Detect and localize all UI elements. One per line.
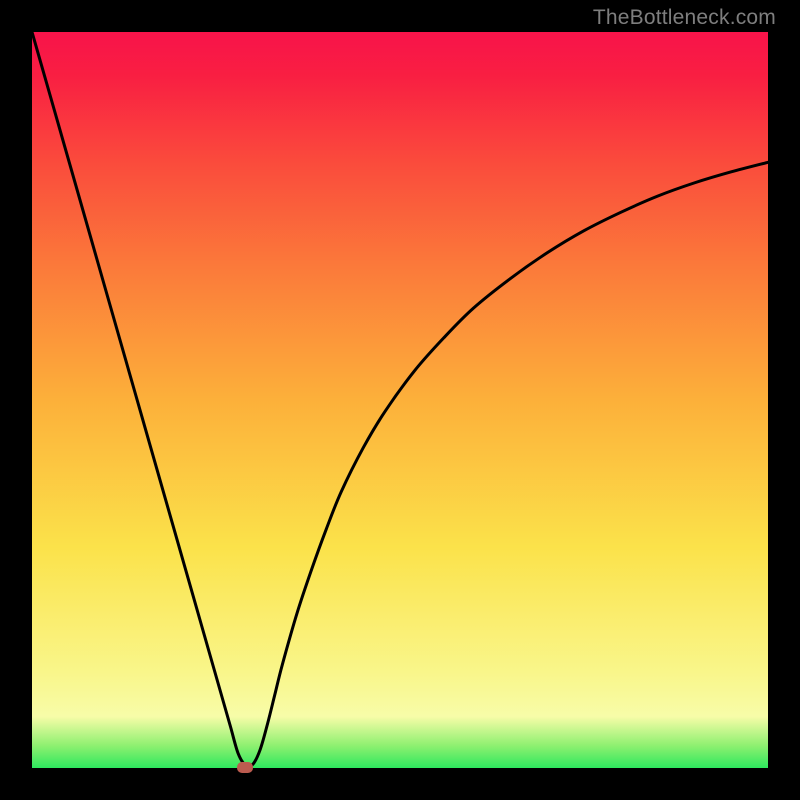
chart-frame: TheBottleneck.com <box>0 0 800 800</box>
minimum-marker <box>237 762 253 773</box>
bottleneck-curve <box>32 32 768 768</box>
attribution-label: TheBottleneck.com <box>593 6 776 30</box>
plot-area <box>32 32 768 768</box>
